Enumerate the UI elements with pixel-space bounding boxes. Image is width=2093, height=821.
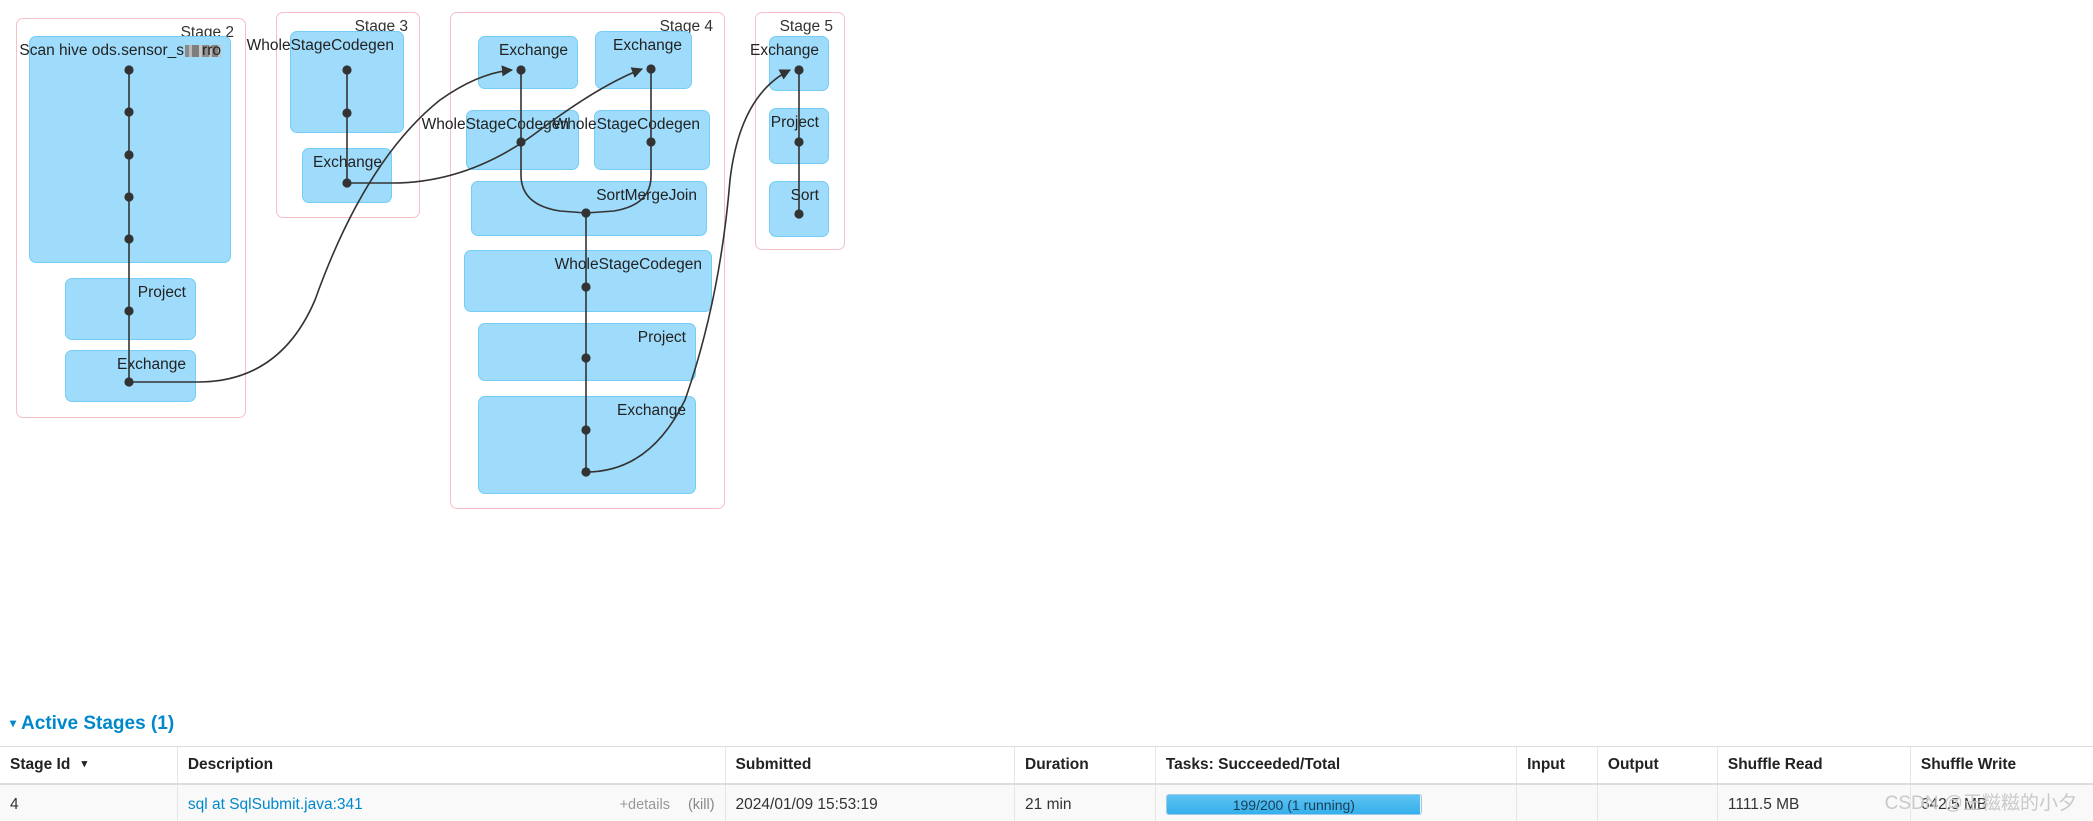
- column-header-duration[interactable]: Duration: [1014, 746, 1156, 785]
- cell-tasks: 199/200 (1 running): [1155, 784, 1518, 821]
- dag-node-wholestagecodegen-stage4-right[interactable]: WholeStageCodegen: [553, 110, 710, 170]
- spark-stages-page: Stage 2 Scan hive ods.sensor_s rro Proje…: [0, 0, 2093, 821]
- dag-node-exchange-stage5[interactable]: Exchange: [750, 36, 829, 91]
- column-header-description[interactable]: Description: [177, 746, 726, 785]
- dag-node-wholestagecodegen-stage3[interactable]: WholeStageCodegen: [247, 31, 404, 133]
- column-header-stage-id[interactable]: Stage Id ▾: [0, 746, 178, 785]
- column-header-submitted[interactable]: Submitted: [725, 746, 1016, 785]
- dag-node-label: Exchange: [313, 154, 382, 171]
- watermark-text: CSDN @王糍糍的小夕: [1884, 793, 2077, 814]
- cell-description: sql at SqlSubmit.java:341 +details (kill…: [177, 784, 726, 821]
- dag-node-label: Sort: [790, 187, 819, 204]
- column-header-shuffle-read[interactable]: Shuffle Read: [1717, 746, 1911, 785]
- table-body: 4 sql at SqlSubmit.java:341 +details (ki…: [0, 784, 2093, 821]
- dag-node-sortmergejoin[interactable]: SortMergeJoin: [471, 181, 707, 236]
- dag-node-scan-hive[interactable]: Scan hive ods.sensor_s rro: [19, 36, 231, 263]
- description-wrapper: sql at SqlSubmit.java:341 +details (kill…: [188, 796, 715, 814]
- dag-node-sort-stage5[interactable]: Sort: [769, 181, 829, 237]
- dag-node-label: Project: [137, 284, 186, 301]
- dag-node-label-suffix: rro: [202, 42, 221, 59]
- kill-stage-link[interactable]: (kill): [688, 797, 715, 813]
- dag-node-label: Exchange: [499, 42, 568, 59]
- active-stages-toggle[interactable]: ▾ Active Stages (1): [0, 705, 2093, 746]
- cell-shuffle-read: 1111.5 MB: [1717, 784, 1911, 821]
- chevron-down-icon: ▾: [10, 716, 17, 730]
- table-header-row: Stage Id ▾ Description Submitted Duratio…: [0, 746, 2093, 785]
- sort-descending-icon: ▾: [81, 758, 88, 770]
- cell-duration: 21 min: [1014, 784, 1156, 821]
- dag-visualization: Stage 2 Scan hive ods.sensor_s rro Proje…: [0, 0, 2093, 700]
- dag-node-exchange-stage2[interactable]: Exchange: [65, 350, 196, 402]
- details-toggle-link[interactable]: +details: [620, 797, 670, 813]
- dag-node-exchange-stage4-left[interactable]: Exchange: [478, 36, 578, 89]
- dag-node-exchange-stage3[interactable]: Exchange: [302, 148, 392, 203]
- task-progress-bar: 199/200 (1 running): [1165, 794, 1422, 815]
- dag-node-label: Project: [637, 329, 686, 346]
- task-progress-label: 199/200 (1 running): [1232, 797, 1355, 813]
- cell-output: [1597, 784, 1718, 821]
- dag-node-project-stage4[interactable]: Project: [478, 323, 696, 381]
- cell-submitted: 2024/01/09 15:53:19: [725, 784, 1016, 821]
- table-header: Stage Id ▾ Description Submitted Duratio…: [0, 746, 2093, 785]
- dag-node-label: Exchange: [750, 42, 819, 59]
- table-row: 4 sql at SqlSubmit.java:341 +details (ki…: [0, 784, 2093, 821]
- stage-description-link[interactable]: sql at SqlSubmit.java:341: [188, 796, 363, 814]
- active-stages-title: Active Stages (1): [21, 713, 175, 734]
- column-header-shuffle-write[interactable]: Shuffle Write: [1910, 746, 2093, 785]
- dag-node-label: WholeStageCodegen: [421, 116, 569, 133]
- column-header-input[interactable]: Input: [1516, 746, 1598, 785]
- column-header-label: Stage Id: [10, 756, 71, 773]
- description-actions: +details (kill): [620, 797, 715, 813]
- dag-node-label: Exchange: [613, 37, 682, 54]
- cell-stage-id: 4: [0, 784, 178, 821]
- active-stages-section: ▾ Active Stages (1) Stage Id ▾ Descriptio…: [0, 705, 2093, 821]
- stage-cluster-label: Stage 5: [779, 18, 833, 35]
- cell-input: [1516, 784, 1598, 821]
- dag-node-wholestagecodegen-stage4-bottom[interactable]: WholeStageCodegen: [464, 250, 712, 312]
- dag-node-label: Exchange: [617, 402, 686, 419]
- dag-node-exchange-stage4-bottom[interactable]: Exchange: [478, 396, 696, 494]
- dag-node-label: WholeStageCodegen: [554, 256, 702, 273]
- dag-node-label: Project: [770, 114, 819, 131]
- dag-node-label: Scan hive ods.sensor_s: [19, 42, 221, 59]
- dag-node-label: SortMergeJoin: [596, 187, 697, 204]
- active-stages-table: Stage Id ▾ Description Submitted Duratio…: [0, 746, 2093, 821]
- dag-node-project-stage2[interactable]: Project: [65, 278, 196, 340]
- dag-node-label: WholeStageCodegen: [552, 116, 700, 133]
- column-header-tasks[interactable]: Tasks: Succeeded/Total: [1155, 746, 1518, 785]
- dag-node-label: WholeStageCodegen: [246, 37, 394, 54]
- column-header-output[interactable]: Output: [1597, 746, 1718, 785]
- dag-node-exchange-stage4-right[interactable]: Exchange: [595, 31, 692, 89]
- dag-node-project-stage5[interactable]: Project: [769, 108, 829, 164]
- dag-node-label: Exchange: [117, 356, 186, 373]
